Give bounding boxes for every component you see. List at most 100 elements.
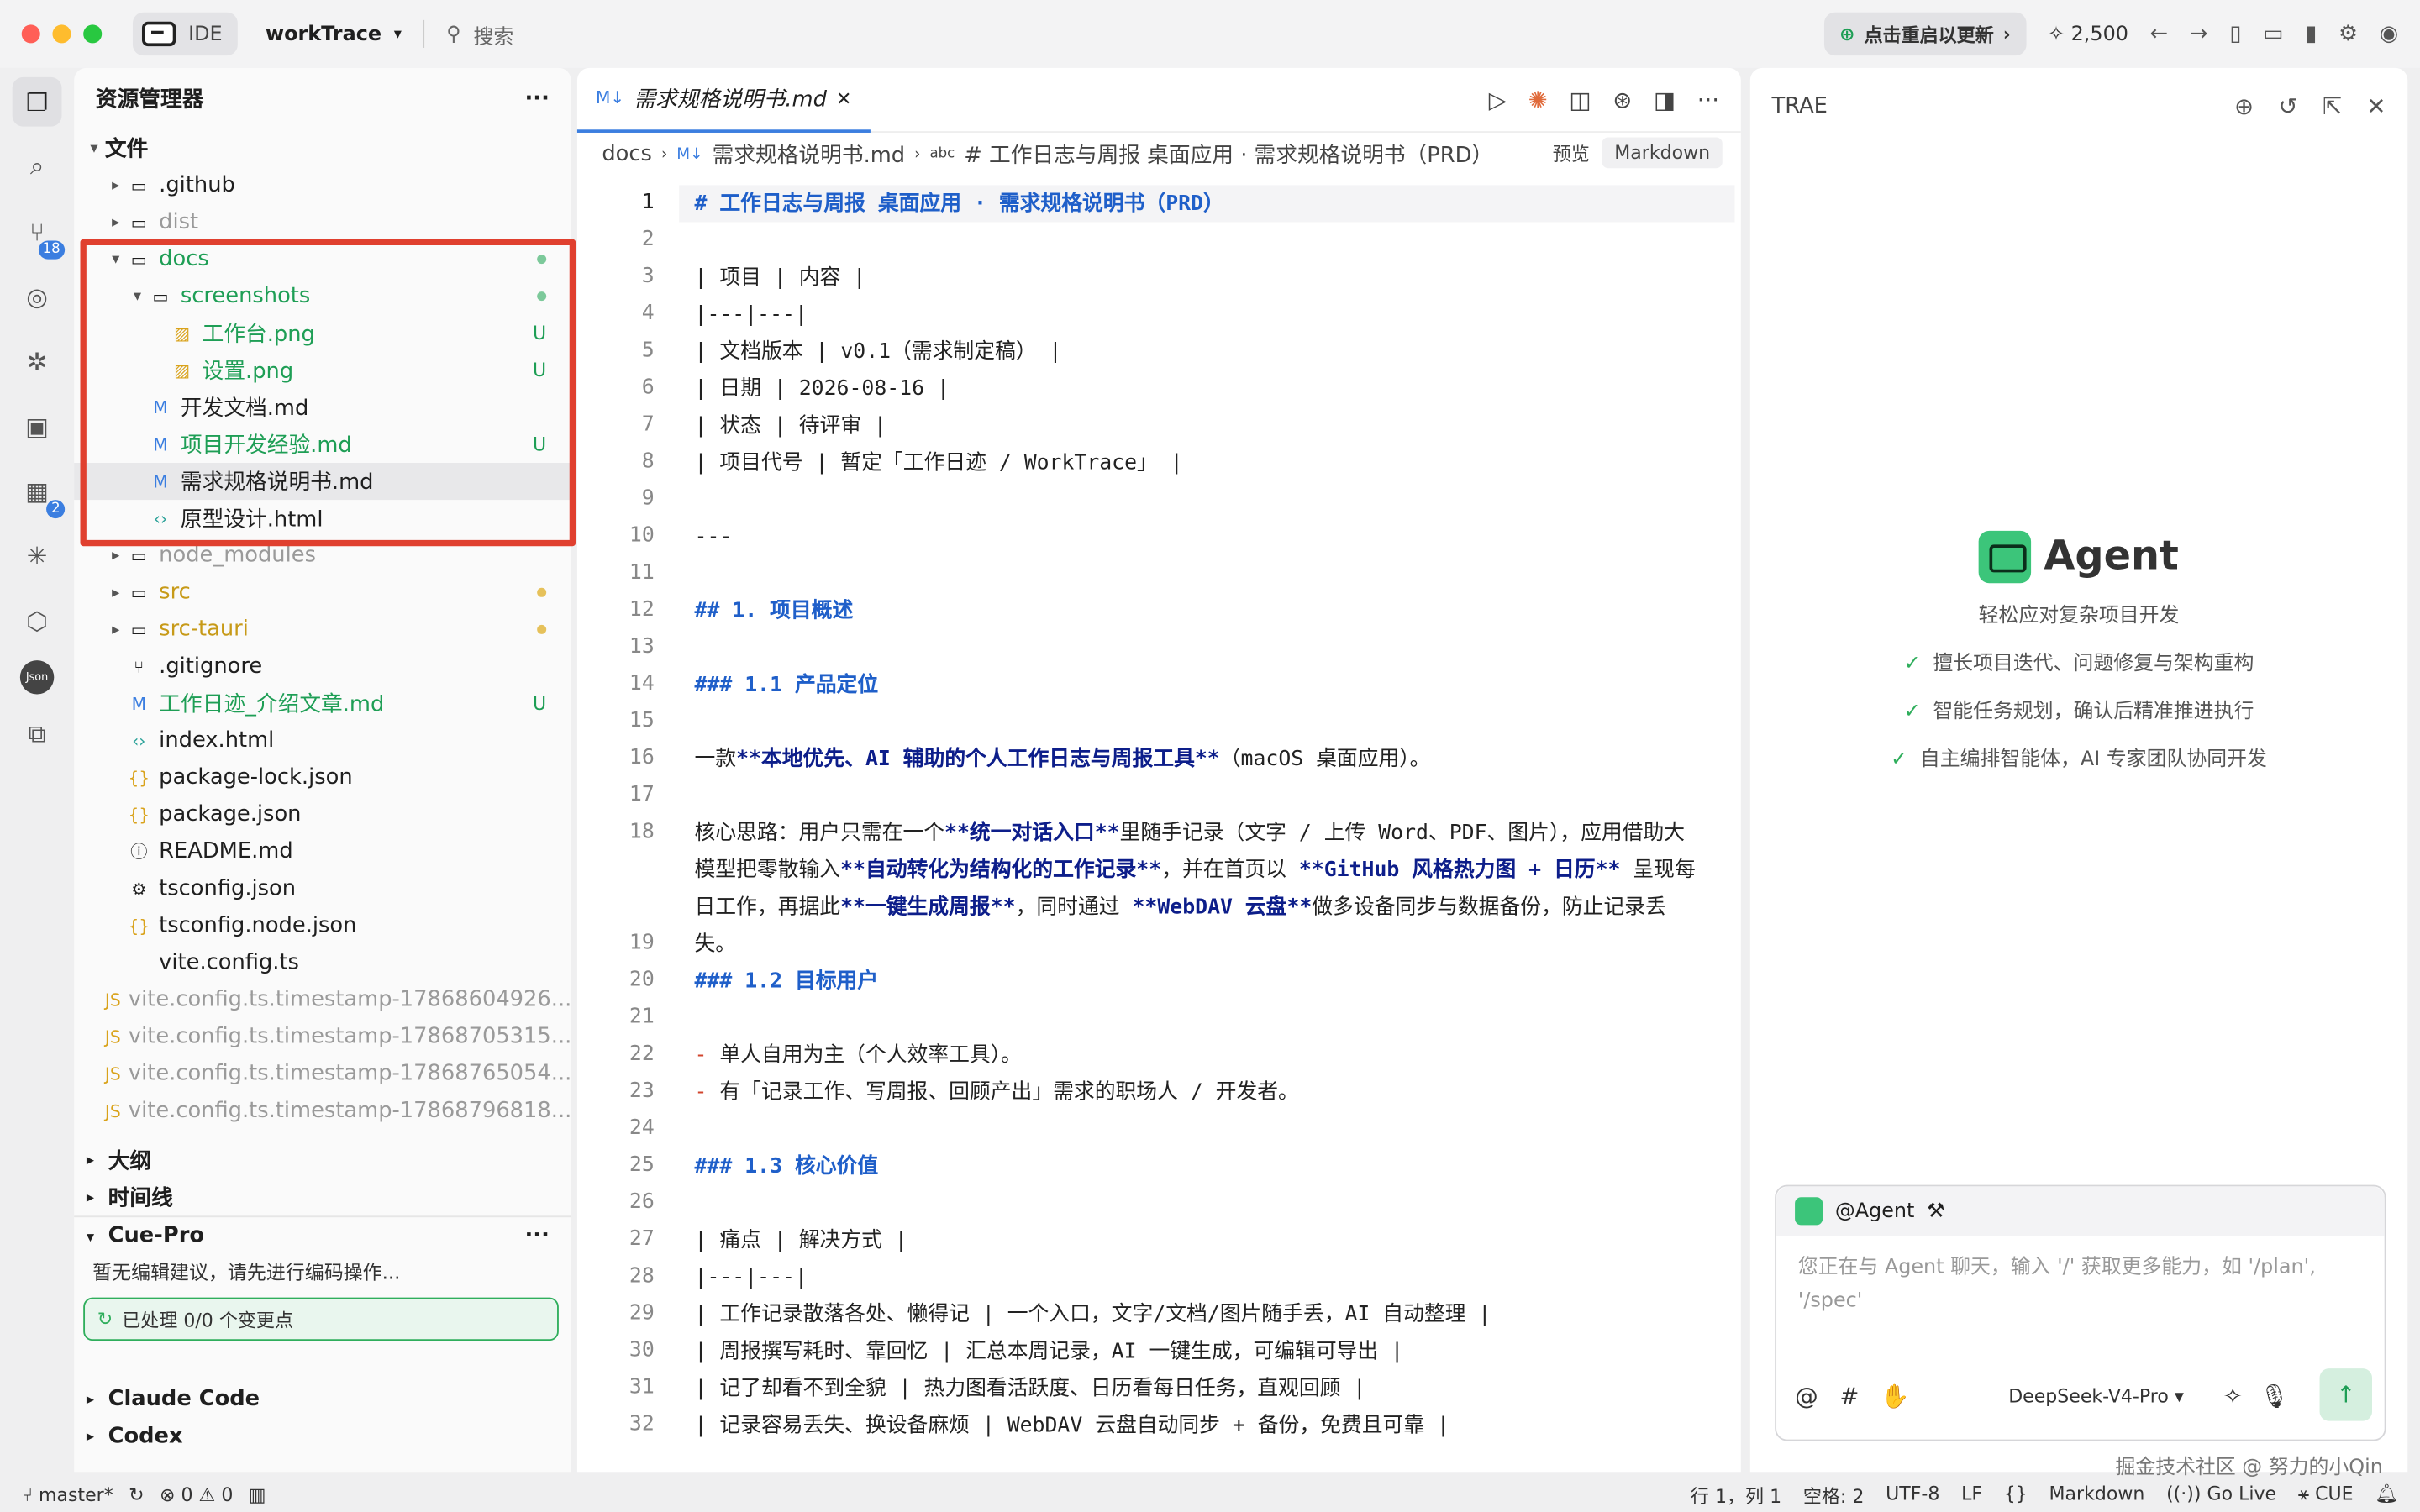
code-line[interactable]: |---|---|: [695, 1259, 1698, 1296]
claude-code-section[interactable]: ▸ Claude Code: [74, 1381, 571, 1418]
close-tab-icon[interactable]: ✕: [836, 87, 851, 109]
search-box[interactable]: ⚲ 搜索: [446, 19, 513, 49]
tree-item[interactable]: ⚙ tsconfig.json: [74, 870, 571, 907]
language-mode[interactable]: Markdown: [2049, 1482, 2145, 1508]
tree-item[interactable]: ‹› index.html: [74, 722, 571, 759]
new-chat-icon[interactable]: ⊕: [2234, 92, 2254, 120]
code-line[interactable]: ### 1.2 目标用户: [695, 963, 1698, 1000]
preview-button[interactable]: 预览: [1553, 139, 1590, 165]
tree-item[interactable]: ⓘ README.md: [74, 833, 571, 870]
tree-item[interactable]: ▾ ▭ docs: [74, 241, 571, 278]
ide-mode-switch[interactable]: IDE: [132, 12, 238, 56]
hash-context-icon[interactable]: #: [1839, 1383, 1859, 1410]
code-line[interactable]: ### 1.1 产品定位: [695, 666, 1698, 703]
code-line[interactable]: | 痛点 | 解决方式 |: [695, 1222, 1698, 1259]
history-icon[interactable]: ↺: [2278, 92, 2297, 120]
tree-item[interactable]: JS vite.config.ts.timestamp-17868604926..…: [74, 981, 571, 1018]
toggle-bottom-panel-icon[interactable]: ▭: [2263, 22, 2283, 46]
tree-item[interactable]: ▸ ▭ src-tauri: [74, 611, 571, 648]
watch-icon[interactable]: ◎: [13, 271, 62, 321]
cue-status-box[interactable]: ↻ 已处理 0/0 个变更点: [83, 1297, 559, 1341]
tree-item[interactable]: JS vite.config.ts.timestamp-17868796818..…: [74, 1092, 571, 1129]
package-icon[interactable]: ⬡: [13, 596, 62, 645]
tree-item[interactable]: ▾ ▭ screenshots: [74, 278, 571, 315]
notifications-bell-icon[interactable]: 🔔︎: [2375, 1482, 2398, 1508]
model-select[interactable]: DeepSeek-V4-Pro ▾: [2008, 1385, 2184, 1407]
outline-section[interactable]: ▸ 大纲: [74, 1142, 571, 1179]
code-line[interactable]: | 项目 | 内容 |: [695, 260, 1698, 297]
claude-spark-icon[interactable]: ✺: [1528, 87, 1548, 114]
braces-icon[interactable]: {}: [2004, 1482, 2028, 1508]
tree-item[interactable]: ‹› 原型设计.html: [74, 500, 571, 537]
pop-out-icon[interactable]: ⇱: [2323, 92, 2342, 120]
split-editor-icon[interactable]: ◨: [1654, 87, 1676, 114]
tree-item[interactable]: M 工作日迹_介绍文章.md U: [74, 685, 571, 722]
microphone-icon[interactable]: 🎙: [2260, 1383, 2289, 1410]
debug-bug-icon[interactable]: ✲: [13, 336, 62, 386]
more-options-icon[interactable]: ···: [1697, 87, 1719, 114]
run-play-icon[interactable]: ▷: [1489, 87, 1507, 114]
extensions-icon[interactable]: ▦ 2: [13, 466, 66, 519]
close-window-button[interactable]: [21, 24, 40, 44]
tree-item[interactable]: ▨ 工作台.png U: [74, 315, 571, 352]
sync-icon[interactable]: ↻: [129, 1484, 144, 1506]
timeline-section[interactable]: ▸ 时间线: [74, 1179, 571, 1215]
toggle-left-panel-icon[interactable]: ▯: [2229, 22, 2241, 46]
code-line[interactable]: | 周报撰写耗时、靠回忆 | 汇总本周记录，AI 一键生成，可编辑可导出 |: [695, 1333, 1698, 1370]
source-control-icon[interactable]: ⑂ 18: [13, 207, 66, 260]
code-line[interactable]: | 工作记录散落各处、懒得记 | 一个入口，文字/文档/图片随手丢，AI 自动整…: [695, 1296, 1698, 1333]
files-root[interactable]: ▾ 文件: [74, 129, 571, 166]
hand-icon[interactable]: ✋: [1881, 1383, 1909, 1410]
cue[interactable]: ⚹ CUE: [2298, 1482, 2354, 1508]
minimize-window-button[interactable]: [52, 24, 71, 44]
agent-mention[interactable]: @Agent: [1835, 1200, 1915, 1223]
tree-item[interactable]: ▸ ▭ .github: [74, 166, 571, 203]
code-line[interactable]: # 工作日志与周报 桌面应用 · 需求规格说明书（PRD）: [695, 185, 1698, 222]
explorer-icon[interactable]: ❐: [12, 76, 62, 127]
line-ending[interactable]: LF: [1961, 1482, 1982, 1508]
mention-at-icon[interactable]: @: [1795, 1383, 1818, 1410]
search-files-icon[interactable]: ⌕: [13, 142, 62, 192]
breadcrumb-heading[interactable]: # 工作日志与周报 桌面应用 · 需求规格说明书（PRD）: [964, 139, 1493, 170]
toggle-right-panel-icon[interactable]: ▮: [2305, 22, 2317, 46]
editor-tab[interactable]: M↓ 需求规格说明书.md ✕: [576, 67, 871, 133]
go-live[interactable]: ((·)) Go Live: [2166, 1482, 2276, 1508]
problems[interactable]: ⊗ 0 ⚠ 0: [160, 1484, 233, 1506]
chatgpt-icon[interactable]: ⊛: [1612, 87, 1632, 114]
tree-item[interactable]: ▸ ▭ src: [74, 574, 571, 611]
remote-explorer-icon[interactable]: ▣: [13, 402, 62, 451]
project-switcher[interactable]: workTrace ▾: [266, 23, 402, 46]
breadcrumb-folder[interactable]: docs: [602, 142, 652, 166]
tree-item[interactable]: JS vite.config.ts.timestamp-17868765054..…: [74, 1055, 571, 1092]
codex-section[interactable]: ▸ Codex: [74, 1418, 571, 1455]
tree-item[interactable]: JS vite.config.ts.timestamp-17868705315..…: [74, 1018, 571, 1055]
tree-item[interactable]: {} tsconfig.node.json: [74, 907, 571, 944]
markdown-mode-button[interactable]: Markdown: [1602, 137, 1723, 169]
tree-item[interactable]: ▸ ▭ dist: [74, 203, 571, 240]
code-line[interactable]: | 项目代号 | 暂定「工作日迹 / WorkTrace」 |: [695, 444, 1698, 481]
restart-update-button[interactable]: ⊕ 点击重启以更新 ›: [1823, 12, 2027, 56]
tree-item[interactable]: M 项目开发经验.md U: [74, 426, 571, 463]
tree-item[interactable]: M 开发文档.md: [74, 389, 571, 426]
close-icon[interactable]: ✕: [2366, 92, 2386, 120]
credits[interactable]: ✧ 2,500: [2048, 23, 2128, 46]
tree-item[interactable]: vite.config.ts: [74, 944, 571, 981]
account-icon[interactable]: ◉: [2380, 22, 2398, 46]
remote-window-icon[interactable]: ⧉: [13, 710, 62, 759]
tree-item[interactable]: {} package-lock.json: [74, 759, 571, 796]
code-line[interactable]: 核心思路：用户只需在一个**统一对话入口**里随手记录（文字 / 上传 Word…: [695, 815, 1698, 963]
cursor-position[interactable]: 行 1，列 1: [1691, 1482, 1781, 1508]
forward-arrow-icon[interactable]: →: [2190, 22, 2208, 46]
cue-pro-section[interactable]: ▾ Cue-Pro ···: [74, 1215, 571, 1252]
maximize-window-button[interactable]: [83, 24, 103, 44]
ports-icon[interactable]: ▥: [249, 1484, 266, 1506]
code-line[interactable]: ### 1.3 核心价值: [695, 1148, 1698, 1185]
code-line[interactable]: | 记了却看不到全貌 | 热力图看活跃度、日历看每日任务，直观回顾 |: [695, 1370, 1698, 1407]
code-line[interactable]: | 状态 | 待评审 |: [695, 407, 1698, 444]
code-line[interactable]: 一款**本地优先、AI 辅助的个人工作日志与周报工具**（macOS 桌面应用）…: [695, 741, 1698, 778]
tree-item[interactable]: ▨ 设置.png U: [74, 352, 571, 389]
open-preview-icon[interactable]: ◫: [1569, 87, 1591, 114]
breadcrumb-file[interactable]: 需求规格说明书.md: [713, 139, 906, 170]
code-line[interactable]: |---|---|: [695, 297, 1698, 333]
tree-item[interactable]: ▸ ▭ node_modules: [74, 537, 571, 574]
